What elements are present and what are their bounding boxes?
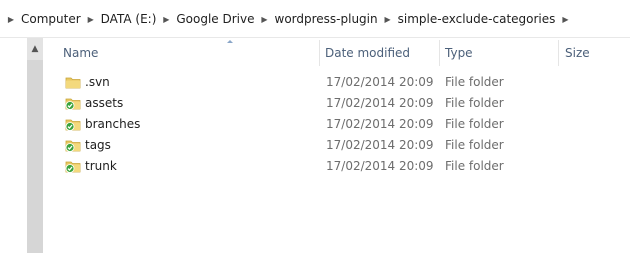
file-name[interactable]: trunk <box>85 156 117 177</box>
file-row-trunk[interactable]: trunk 17/02/2014 20:09 File folder <box>43 156 630 177</box>
chevron-right-icon[interactable]: ▶ <box>84 15 98 24</box>
file-type: File folder <box>445 138 504 152</box>
file-date-modified: 17/02/2014 20:09 <box>326 96 434 110</box>
file-type: File folder <box>445 159 504 173</box>
column-header-size[interactable]: Size <box>565 38 590 68</box>
sort-ascending-icon <box>227 40 233 43</box>
breadcrumb-item-wordpress-plugin[interactable]: wordpress-plugin <box>272 12 381 26</box>
file-row-branches[interactable]: branches 17/02/2014 20:09 File folder <box>43 114 630 135</box>
file-date-modified: 17/02/2014 20:09 <box>326 75 434 89</box>
file-row-assets[interactable]: assets 17/02/2014 20:09 File folder <box>43 93 630 114</box>
file-name[interactable]: .svn <box>85 72 110 93</box>
column-divider[interactable] <box>558 40 559 66</box>
file-type: File folder <box>445 96 504 110</box>
file-row-tags[interactable]: tags 17/02/2014 20:09 File folder <box>43 135 630 156</box>
file-date-modified: 17/02/2014 20:09 <box>326 159 434 173</box>
file-date-modified: 17/02/2014 20:09 <box>326 138 434 152</box>
scroll-up-arrow-icon[interactable]: ▲ <box>27 38 43 60</box>
file-type: File folder <box>445 75 504 89</box>
synced-folder-icon <box>65 119 81 131</box>
file-name[interactable]: branches <box>85 114 140 135</box>
navigation-pane-scrollbar[interactable] <box>27 38 43 253</box>
chevron-right-icon[interactable]: ▶ <box>159 15 173 24</box>
chevron-right-icon[interactable]: ▶ <box>558 15 572 24</box>
chevron-right-icon[interactable]: ▶ <box>381 15 395 24</box>
file-name[interactable]: tags <box>85 135 111 156</box>
column-divider[interactable] <box>439 40 440 66</box>
file-type: File folder <box>445 117 504 131</box>
file-row-svn[interactable]: .svn 17/02/2014 20:09 File folder <box>43 72 630 93</box>
column-divider[interactable] <box>319 40 320 66</box>
breadcrumb-item-computer[interactable]: Computer <box>18 12 84 26</box>
file-name[interactable]: assets <box>85 93 123 114</box>
column-header-row: Name Date modified Type Size <box>43 38 630 68</box>
file-date-modified: 17/02/2014 20:09 <box>326 117 434 131</box>
breadcrumb-item-google-drive[interactable]: Google Drive <box>173 12 257 26</box>
synced-folder-icon <box>65 161 81 173</box>
address-bar[interactable]: ▶ Computer ▶ DATA (E:) ▶ Google Drive ▶ … <box>0 0 630 38</box>
column-header-date-modified[interactable]: Date modified <box>325 38 410 68</box>
plain-folder-icon <box>65 77 81 89</box>
breadcrumb: ▶ Computer ▶ DATA (E:) ▶ Google Drive ▶ … <box>4 9 572 29</box>
synced-folder-icon <box>65 98 81 110</box>
synced-folder-icon <box>65 140 81 152</box>
breadcrumb-item-drive[interactable]: DATA (E:) <box>98 12 160 26</box>
chevron-right-icon[interactable]: ▶ <box>4 15 18 24</box>
chevron-right-icon[interactable]: ▶ <box>258 15 272 24</box>
breadcrumb-item-current-folder[interactable]: simple-exclude-categories <box>395 12 559 26</box>
column-header-name[interactable]: Name <box>63 38 98 68</box>
column-header-type[interactable]: Type <box>445 38 473 68</box>
